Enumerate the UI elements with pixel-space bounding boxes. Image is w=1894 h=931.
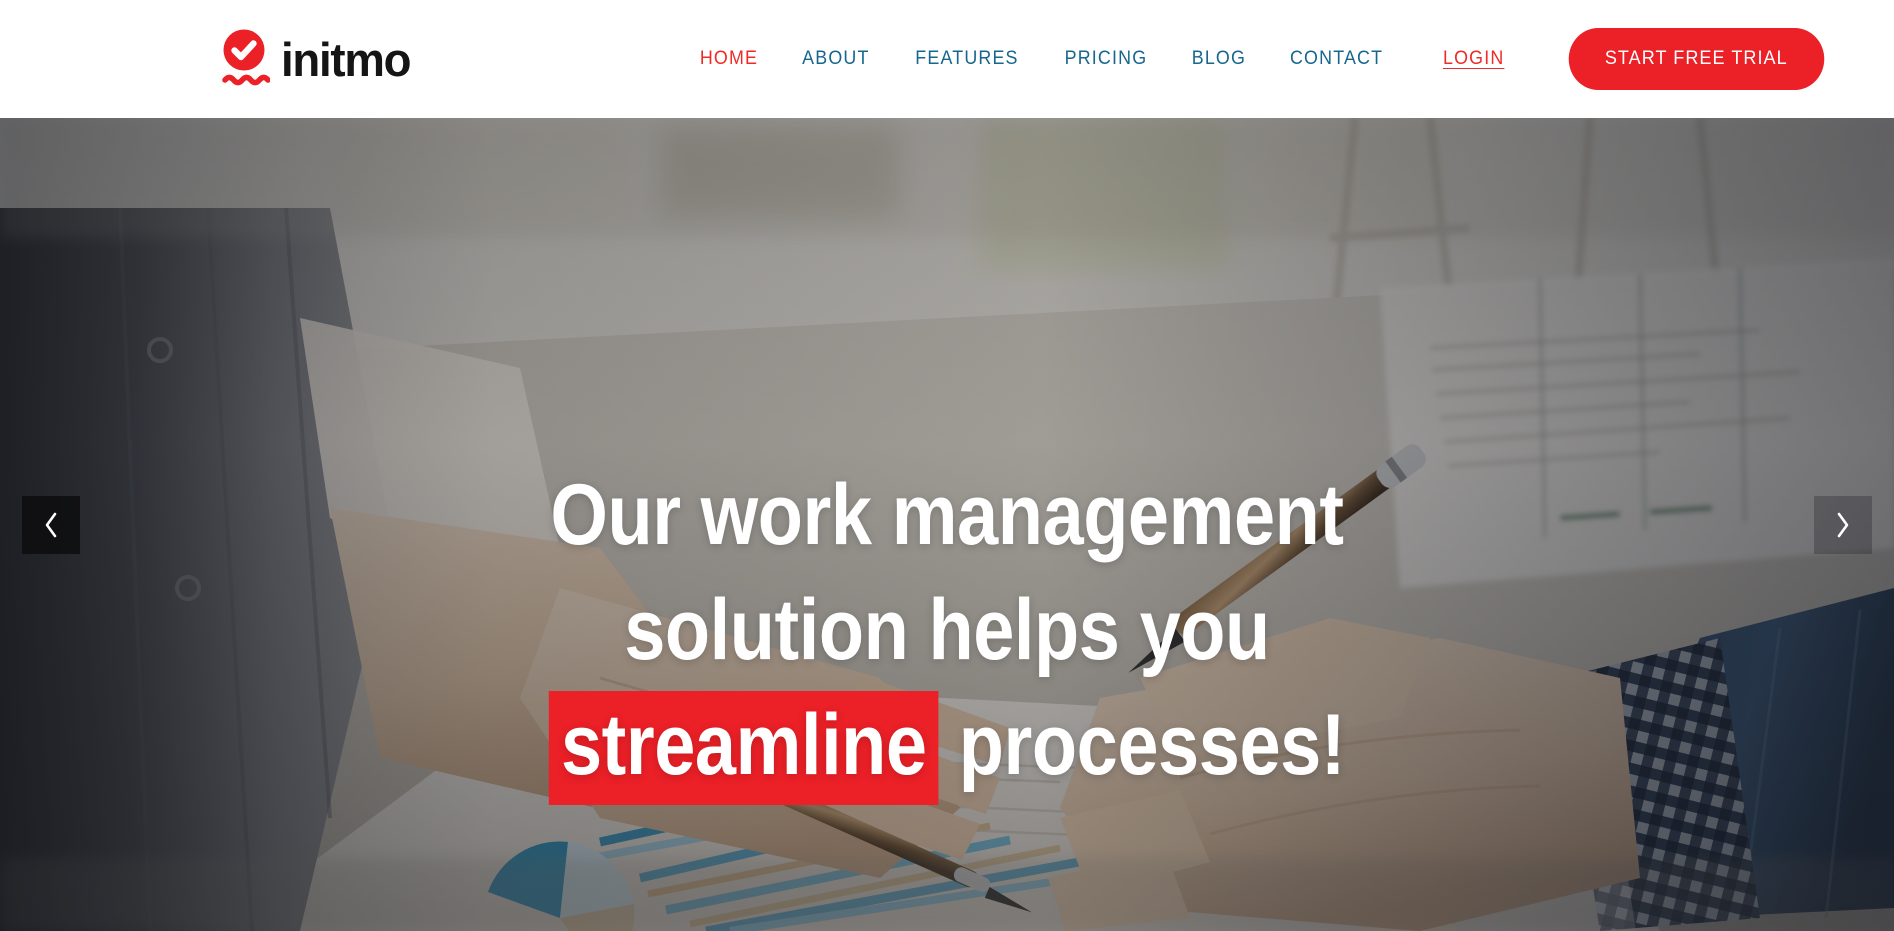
- login-link[interactable]: LOGIN: [1424, 42, 1523, 76]
- hero-carousel: Our work management solution helps you s…: [0, 118, 1894, 931]
- nav-item-about[interactable]: ABOUT: [783, 42, 888, 76]
- nav-item-features[interactable]: FEATURES: [896, 42, 1037, 76]
- hero-headline-block: Our work management solution helps you s…: [0, 467, 1894, 806]
- hero-headline-line-3: streamline processes!: [236, 691, 1658, 806]
- hero-headline-line-2: solution helps you: [624, 582, 1270, 679]
- start-free-trial-button[interactable]: START FREE TRIAL: [1568, 28, 1824, 90]
- carousel-prev-button[interactable]: [22, 495, 80, 554]
- hero-highlight-word: streamline: [548, 691, 939, 806]
- nav-item-home[interactable]: HOME: [681, 42, 777, 76]
- brand-logo[interactable]: initmo: [218, 28, 414, 90]
- main-navigation: HOME ABOUT FEATURES PRICING BLOG CONTACT…: [678, 28, 1830, 90]
- chevron-right-icon: [1833, 510, 1853, 540]
- hero-headline-line-3-rest: processes!: [938, 697, 1346, 794]
- check-seal-icon: [218, 28, 270, 90]
- brand-wordmark: initmo: [281, 32, 411, 86]
- nav-item-pricing[interactable]: PRICING: [1045, 42, 1165, 76]
- nav-item-blog[interactable]: BLOG: [1173, 42, 1265, 76]
- carousel-next-button[interactable]: [1814, 495, 1872, 554]
- site-header: initmo HOME ABOUT FEATURES PRICING BLOG …: [0, 0, 1894, 118]
- hero-headline-line-1: Our work management: [550, 467, 1344, 563]
- chevron-left-icon: [41, 510, 61, 540]
- nav-item-contact[interactable]: CONTACT: [1272, 42, 1403, 76]
